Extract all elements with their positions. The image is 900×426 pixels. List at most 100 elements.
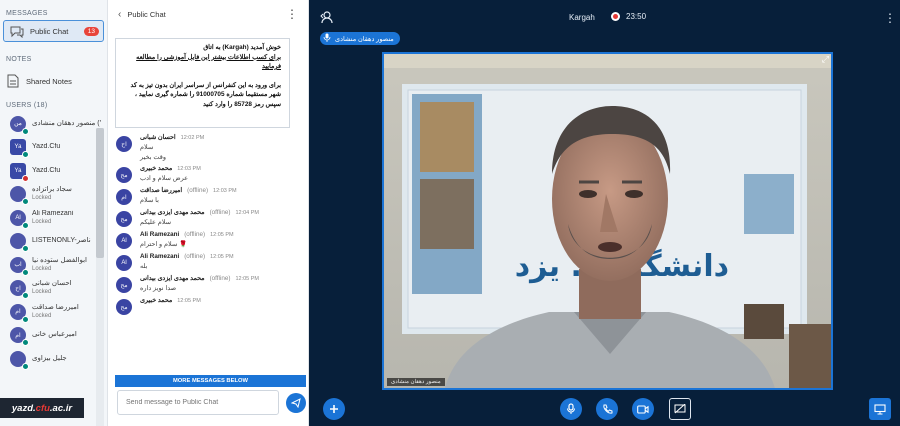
shared-notes-item[interactable]: Shared Notes	[0, 66, 107, 96]
user-list-item[interactable]: Ya Yazd.Cfu	[0, 136, 107, 160]
notes-heading: NOTES	[6, 56, 32, 63]
video-camera-icon	[637, 404, 649, 414]
chat-message: مح محمد مهدی ایزدی بیدانی (offline) 12:05 P…	[108, 271, 309, 293]
video-username-label: منصور دهقان منشادی	[387, 378, 445, 386]
unread-badge: 13	[83, 27, 99, 36]
user-status: Locked	[32, 195, 52, 202]
user-list-item[interactable]: Ya Yazd.Cfu	[0, 159, 107, 183]
user-list-item[interactable]: اح احسان شبانی Locked	[0, 277, 107, 301]
recording-time: 23:50	[626, 12, 647, 21]
user-status: Locked	[32, 265, 52, 272]
message-time: 12:02 PM	[180, 135, 205, 141]
user-name: احسان شبانی	[32, 280, 72, 288]
message-list: اح احسان شبانی 12:02 PM سلام وقت بخیر مح محمد …	[108, 130, 309, 374]
mic-status-icon	[22, 198, 29, 206]
user-avatar: ام	[10, 303, 29, 323]
webcam-video[interactable]: دانشگاه ... یزد ⤢	[382, 52, 833, 390]
public-chat-item[interactable]: Public Chat 13	[3, 20, 104, 42]
mic-status-icon	[22, 268, 29, 276]
message-sender: محمد مهدی ایزدی بیدانی	[140, 275, 205, 282]
message-text: سلام	[140, 144, 154, 151]
chat-options-kebab-icon[interactable]: ⋮	[286, 7, 298, 21]
camera-button[interactable]	[632, 398, 654, 420]
user-name: امیرعباس خانی	[32, 331, 77, 339]
message-text: با سلام	[140, 197, 159, 204]
chat-bubbles-icon	[10, 24, 24, 38]
user-list-item[interactable]: اب ابوالفضل ستوده نیا Locked	[0, 253, 107, 277]
user-name: منصور دهقان منشادی (You)	[32, 119, 101, 127]
user-list-item[interactable]: سجاد براتزاده Locked	[0, 183, 107, 207]
offline-tag: (offline)	[209, 275, 231, 282]
chat-message-input[interactable]	[117, 390, 279, 415]
presentation-icon	[874, 403, 886, 414]
top-bar: Kargah 23:50 ⋮	[309, 0, 900, 34]
welcome-line	[124, 72, 281, 81]
user-name: جلیل بیزاوی	[32, 354, 67, 362]
chat-message: مح محمد خبیری 12:05 PM	[108, 293, 309, 315]
chat-message: Al Ali Ramezani (offline) 12:05 PM بله	[108, 249, 309, 271]
presentation-area: Kargah 23:50 ⋮ منصور دهقان منشادی دانشگا…	[309, 0, 900, 426]
phone-icon	[602, 404, 612, 414]
message-text: بله	[140, 263, 148, 270]
talking-user-name: منصور دهقان منشادی	[335, 35, 394, 43]
scrollbar-thumb[interactable]	[96, 128, 104, 258]
screenshare-off-icon	[674, 404, 686, 414]
user-list-item[interactable]: LISTENONLY-ناصر	[0, 230, 107, 254]
message-avatar: مح	[116, 299, 132, 315]
chat-message: اح احسان شبانی 12:02 PM سلام وقت بخیر	[108, 130, 309, 161]
message-text: عرض سلام و ادب	[140, 175, 189, 182]
user-avatar	[10, 350, 29, 370]
message-avatar: مح	[116, 167, 132, 183]
presentation-button[interactable]	[869, 398, 891, 420]
user-name: امیررضا صداقت	[32, 303, 79, 311]
mic-status-icon	[22, 221, 29, 229]
send-icon	[291, 398, 301, 408]
user-list-item[interactable]: ام امیرعباس خانی	[0, 324, 107, 348]
chat-header: ‹ Public Chat ⋮	[108, 0, 308, 28]
user-avatar	[10, 233, 29, 253]
user-list-item[interactable]: منمنصور دهقان منشادی (You)	[0, 112, 107, 136]
fullscreen-icon[interactable]: ⤢	[822, 54, 829, 65]
actions-button[interactable]	[323, 398, 345, 420]
message-avatar: ام	[116, 189, 132, 205]
recording-indicator[interactable]: 23:50	[611, 12, 646, 21]
user-icon[interactable]	[319, 10, 333, 27]
plus-icon	[330, 405, 338, 413]
message-text: سلام علیکم	[140, 219, 172, 226]
message-sender: Ali Ramezani	[140, 231, 180, 238]
user-avatar: Al	[10, 209, 29, 229]
options-kebab-icon[interactable]: ⋮	[884, 11, 896, 25]
chat-message: ام امیررضا صداقت (offline) 12:03 PM با سلام	[108, 183, 309, 205]
talking-indicator[interactable]: منصور دهقان منشادی	[320, 32, 400, 45]
user-list-item[interactable]: ام امیررضا صداقت Locked	[0, 300, 107, 324]
mic-status-icon	[22, 127, 29, 135]
microphone-button[interactable]	[560, 398, 582, 420]
message-avatar: اح	[116, 136, 132, 152]
muted-mic-icon	[22, 174, 29, 182]
message-time: 12:03 PM	[213, 188, 237, 194]
user-list-item[interactable]: جلیل بیزاوی	[0, 347, 107, 371]
welcome-line: سپس رمز 85728 را وارد کنید	[202, 100, 281, 108]
user-name: Yazd.Cfu	[32, 143, 61, 151]
send-button[interactable]	[286, 393, 306, 413]
shared-notes-label: Shared Notes	[26, 76, 72, 86]
message-sender: محمد خبیری	[140, 297, 173, 304]
message-text: وقت بخیر	[140, 154, 166, 161]
message-avatar: مح	[116, 211, 132, 227]
chevron-left-icon[interactable]: ‹	[118, 9, 121, 20]
welcome-message: خوش آمدید (Kargah) به اتاق برای کسب اطلاع…	[115, 38, 290, 128]
user-status: Locked	[32, 312, 52, 319]
user-avatar: اب	[10, 256, 29, 276]
mic-status-icon	[22, 245, 29, 253]
users-scrollbar[interactable]	[96, 128, 104, 426]
offline-tag: (offline)	[187, 187, 209, 194]
mic-status-icon	[22, 315, 29, 323]
user-avatar: Ya	[10, 162, 29, 182]
phone-button[interactable]	[596, 398, 618, 420]
more-messages-below-button[interactable]: MORE MESSAGES BELOW	[115, 375, 306, 387]
user-list-item[interactable]: Al Ali Ramezani Locked	[0, 206, 107, 230]
chat-title[interactable]: Public Chat	[127, 10, 165, 19]
message-text: سلام و احترام 🌹	[140, 241, 188, 248]
chat-message: مح محمد خبیری 12:03 PM عرض سلام و ادب	[108, 161, 309, 183]
screenshare-button[interactable]	[669, 398, 691, 420]
